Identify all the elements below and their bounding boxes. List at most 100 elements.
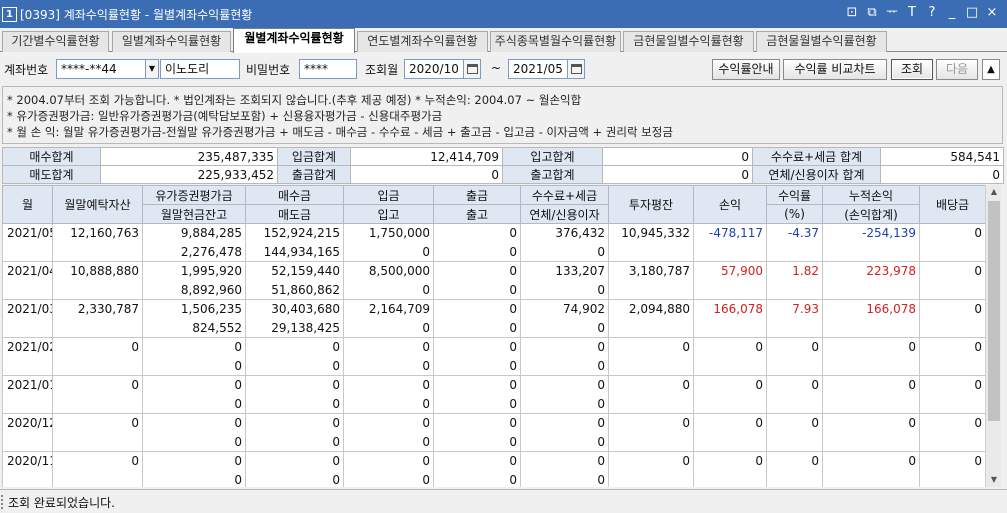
- table-row[interactable]: 2020/12 0 0 0 0 0 0 0 0 0 0 0: [2, 413, 985, 433]
- cell-stock-out: 0: [433, 242, 521, 262]
- scroll-thumb[interactable]: [988, 201, 1000, 421]
- cell-out: 0: [433, 337, 521, 357]
- cell-stock-in: 0: [343, 470, 434, 487]
- cell-avg-investment: 10,945,332: [608, 223, 694, 243]
- password-input[interactable]: ****: [299, 59, 357, 79]
- cell-stock-in: 0: [343, 318, 434, 338]
- cell-empty: [919, 242, 985, 262]
- cell-fee: 74,902: [520, 299, 609, 319]
- cell-stock-out: 0: [433, 280, 521, 300]
- header-buy[interactable]: 매수금: [245, 185, 344, 205]
- cell-empty: [2, 242, 53, 262]
- header-rate-unit[interactable]: (%): [766, 204, 823, 224]
- cell-deposit: 2,330,787: [52, 299, 143, 319]
- cell-securities: 0: [142, 337, 246, 357]
- screen-icon[interactable]: ⊡: [845, 5, 859, 21]
- cell-empty: [52, 280, 143, 300]
- header-fee[interactable]: 수수료+세금: [520, 185, 609, 205]
- summary-value: 0: [602, 165, 753, 184]
- table-row[interactable]: 00000: [2, 356, 985, 376]
- cell-cumulative: 0: [822, 337, 920, 357]
- maximize-icon[interactable]: □: [965, 5, 979, 21]
- from-calendar-icon[interactable]: [463, 59, 481, 79]
- header-rate[interactable]: 수익률: [766, 185, 823, 205]
- cell-empty: [2, 280, 53, 300]
- tab-monthly-returns[interactable]: 월별계좌수익률현황: [233, 28, 355, 53]
- cell-fee: 0: [520, 413, 609, 433]
- returns-guide-button[interactable]: 수익률안내: [712, 59, 780, 80]
- header-month-end-cash[interactable]: 월말현금잔고: [142, 204, 246, 224]
- header-interest[interactable]: 연체/신용이자: [520, 204, 609, 224]
- table-row[interactable]: 2021/03 2,330,787 1,506,235 30,403,680 2,164…: [2, 299, 985, 319]
- from-month-input[interactable]: 2020/10: [404, 59, 464, 79]
- cell-fee: 0: [520, 375, 609, 395]
- tab-yearly-returns[interactable]: 연도별계좌수익률현황: [357, 31, 488, 52]
- table-row[interactable]: 00000: [2, 470, 985, 487]
- table-row[interactable]: 2021/01 0 0 0 0 0 0 0 0 0 0 0: [2, 375, 985, 395]
- minimize-icon[interactable]: _: [945, 5, 959, 21]
- font-size-icon[interactable]: T: [905, 5, 919, 21]
- table-row[interactable]: 2021/05 12,160,763 9,884,285 152,924,215 1,7…: [2, 223, 985, 243]
- table-row[interactable]: 00000: [2, 394, 985, 414]
- summary-label: 매도합계: [2, 165, 101, 184]
- tab-gold-daily-returns[interactable]: 금현물일별수익률현황: [623, 31, 754, 52]
- tab-stock-monthly-returns[interactable]: 주식종목별월수익률현황: [490, 31, 621, 52]
- window-controls: ⊡ ⧉ ᅲ T ? _ □ ×: [845, 5, 999, 21]
- table-row[interactable]: 824,552 29,138,425 0 0 0: [2, 318, 985, 338]
- header-month[interactable]: 월: [2, 185, 53, 224]
- cell-empty: [766, 356, 823, 376]
- next-button[interactable]: 다음: [936, 59, 978, 80]
- account-dropdown-icon[interactable]: ▼: [145, 59, 159, 79]
- password-label: 비밀번호: [246, 63, 291, 77]
- cell-empty: [2, 432, 53, 452]
- cell-empty: [919, 356, 985, 376]
- scroll-up-icon[interactable]: ▲: [986, 185, 1002, 199]
- tab-period-returns[interactable]: 기간별수익률현황: [2, 31, 109, 52]
- to-calendar-icon[interactable]: [567, 59, 585, 79]
- cell-empty: [822, 394, 920, 414]
- header-cumulative[interactable]: 누적손익: [822, 185, 920, 205]
- copy-window-icon[interactable]: ⧉: [865, 5, 879, 21]
- cell-empty: [52, 394, 143, 414]
- pin-icon[interactable]: ᅲ: [885, 5, 899, 21]
- header-securities[interactable]: 유가증권평가금: [142, 185, 246, 205]
- range-tilde: ~: [491, 61, 502, 75]
- header-cumulative-sum[interactable]: (손익합계): [822, 204, 920, 224]
- header-stock-out[interactable]: 출고: [433, 204, 521, 224]
- table-row[interactable]: 2020/11 0 0 0 0 0 0 0 0 0 0 0: [2, 451, 985, 471]
- header-in[interactable]: 입금: [343, 185, 434, 205]
- cell-fee: 376,432: [520, 223, 609, 243]
- header-sell[interactable]: 매도금: [245, 204, 344, 224]
- help-icon[interactable]: ?: [925, 5, 939, 21]
- header-deposit[interactable]: 월말예탁자산: [52, 185, 143, 224]
- header-out[interactable]: 출금: [433, 185, 521, 205]
- close-icon[interactable]: ×: [985, 5, 999, 21]
- search-button[interactable]: 조회: [891, 59, 933, 80]
- tab-daily-returns[interactable]: 일별계좌수익률현황: [112, 31, 231, 52]
- vertical-scrollbar[interactable]: ▲ ▼: [985, 185, 1001, 487]
- header-avg-investment[interactable]: 투자평잔: [608, 185, 694, 224]
- account-number-input[interactable]: ****-**44: [56, 59, 146, 79]
- collapse-up-icon[interactable]: ▲: [982, 59, 1000, 80]
- cell-rate: 0: [766, 337, 823, 357]
- note-line: * 월 손 익: 월말 유가증권평가금-전월말 유가증권평가금 + 매도금 - …: [7, 125, 673, 139]
- header-stock-in[interactable]: 입고: [343, 204, 434, 224]
- table-row[interactable]: 8,892,960 51,860,862 0 0 0: [2, 280, 985, 300]
- cell-interest: 0: [520, 242, 609, 262]
- table-row[interactable]: 2,276,478 144,934,165 0 0 0: [2, 242, 985, 262]
- table-row[interactable]: 2021/02 0 0 0 0 0 0 0 0 0 0 0: [2, 337, 985, 357]
- cell-empty: [822, 242, 920, 262]
- table-row[interactable]: 00000: [2, 432, 985, 452]
- to-month-input[interactable]: 2021/05: [508, 59, 568, 79]
- header-pnl[interactable]: 손익: [693, 185, 767, 224]
- summary-label: 매수합계: [2, 147, 101, 166]
- cell-cumulative: 0: [822, 451, 920, 471]
- tab-gold-monthly-returns[interactable]: 금현물월별수익률현황: [756, 31, 887, 52]
- header-dividend[interactable]: 배당금: [919, 185, 985, 224]
- cell-sell: 0: [245, 356, 344, 376]
- cell-sell: 144,934,165: [245, 242, 344, 262]
- cell-empty: [608, 318, 694, 338]
- returns-compare-chart-button[interactable]: 수익률 비교차트: [783, 59, 887, 80]
- scroll-down-icon[interactable]: ▼: [986, 473, 1002, 487]
- table-row[interactable]: 2021/04 10,888,880 1,995,920 52,159,440 8,50…: [2, 261, 985, 281]
